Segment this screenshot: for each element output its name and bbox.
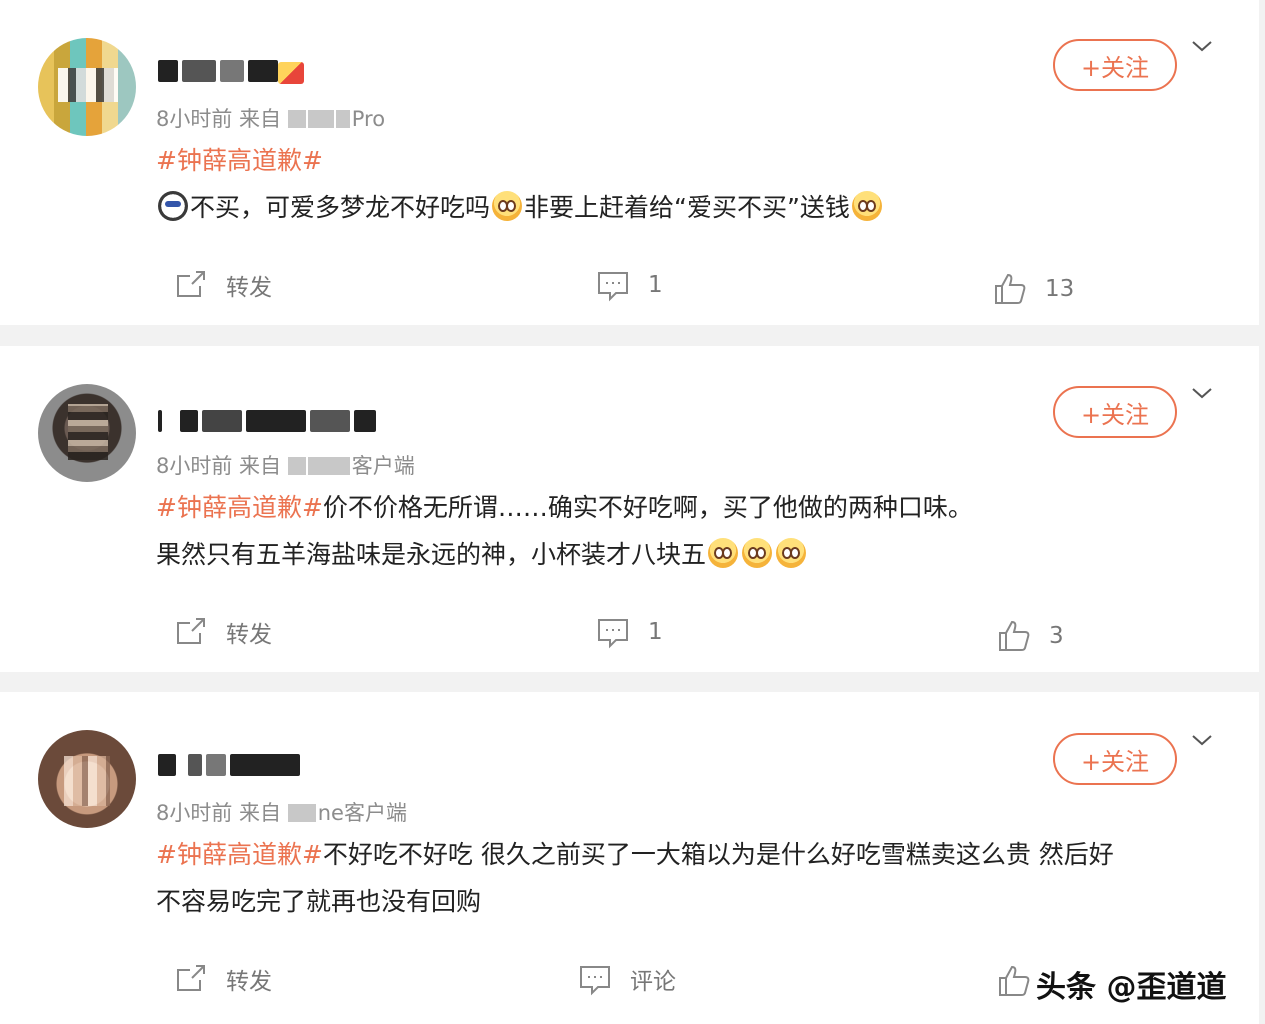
redacted-source bbox=[287, 110, 306, 128]
repost-button[interactable]: 转发 bbox=[174, 268, 272, 302]
like-button[interactable]: 13 bbox=[993, 272, 1074, 306]
post-content: #钟薛高道歉#价不价格无所谓……确实不好吃啊，买了他做的两种口味。 果然只有五羊… bbox=[156, 493, 973, 569]
chevron-down-icon[interactable] bbox=[1190, 728, 1214, 752]
follow-button[interactable]: +关注 bbox=[1053, 39, 1177, 91]
repost-icon bbox=[177, 618, 205, 644]
comment-icon bbox=[580, 966, 610, 996]
drool-emoji-icon bbox=[708, 538, 739, 568]
post-meta: 8小时前 来自 ne客户端 bbox=[156, 801, 407, 825]
avatar[interactable] bbox=[38, 730, 136, 828]
watermark: 头条 @歪道道 bbox=[1036, 970, 1227, 1005]
drool-emoji-icon bbox=[742, 538, 773, 568]
drool-emoji-icon bbox=[776, 538, 807, 568]
topic-tag[interactable]: #钟薛高道歉# bbox=[156, 840, 323, 869]
like-button[interactable] bbox=[997, 964, 1031, 998]
comment-button[interactable]: 1 bbox=[596, 615, 663, 649]
post-content: #钟薛高道歉# 不买，可爱多梦龙不好吃吗 非要上赶着给“爱买不买”送钱 bbox=[156, 137, 1219, 231]
username-redacted[interactable] bbox=[158, 58, 278, 84]
post-meta: 8小时前 来自 客户端 bbox=[156, 454, 415, 478]
topic-tag[interactable]: #钟薛高道歉# bbox=[156, 493, 323, 522]
vip-badge-icon bbox=[278, 62, 304, 84]
post-content: #钟薛高道歉#不好吃不好吃 很久之前买了一大箱以为是什么好吃雪糕卖这么贵 然后好… bbox=[156, 840, 1114, 916]
comment-button[interactable]: 1 bbox=[596, 268, 663, 302]
post-meta: 8小时前 来自 Pro bbox=[156, 107, 386, 131]
repost-icon bbox=[177, 271, 205, 297]
avatar[interactable] bbox=[38, 38, 136, 136]
like-button[interactable]: 3 bbox=[997, 619, 1064, 653]
topic-tag[interactable]: #钟薛高道歉# bbox=[156, 146, 323, 175]
username-redacted[interactable] bbox=[158, 408, 376, 434]
laugh-emoji-icon bbox=[851, 191, 882, 221]
chevron-down-icon[interactable] bbox=[1190, 381, 1214, 405]
shush-emoji-icon bbox=[492, 191, 523, 221]
thumbs-up-icon bbox=[995, 273, 1026, 304]
post-card: 8小时前 来自 Pro #钟薛高道歉# 不买，可爱多梦龙不好吃吗 非要上赶着给“爱… bbox=[0, 0, 1259, 325]
panda-emoji-icon bbox=[158, 191, 188, 221]
redacted-source bbox=[287, 457, 306, 475]
username-redacted[interactable] bbox=[158, 752, 300, 778]
comment-icon bbox=[598, 272, 628, 302]
repost-button[interactable]: 转发 bbox=[174, 615, 272, 649]
chevron-down-icon[interactable] bbox=[1190, 34, 1214, 58]
repost-button[interactable]: 转发 bbox=[174, 962, 272, 996]
post-card: 8小时前 来自 客户端 #钟薛高道歉#价不价格无所谓……确实不好吃啊，买了他做的… bbox=[0, 346, 1259, 672]
comment-icon bbox=[598, 619, 628, 649]
comment-button[interactable]: 评论 bbox=[578, 962, 676, 996]
thumbs-up-icon bbox=[999, 965, 1030, 996]
repost-icon bbox=[177, 965, 205, 991]
redacted-source bbox=[287, 804, 316, 822]
thumbs-up-icon bbox=[999, 620, 1030, 651]
follow-button[interactable]: +关注 bbox=[1053, 386, 1177, 438]
avatar[interactable] bbox=[38, 384, 136, 482]
follow-button[interactable]: +关注 bbox=[1053, 733, 1177, 785]
